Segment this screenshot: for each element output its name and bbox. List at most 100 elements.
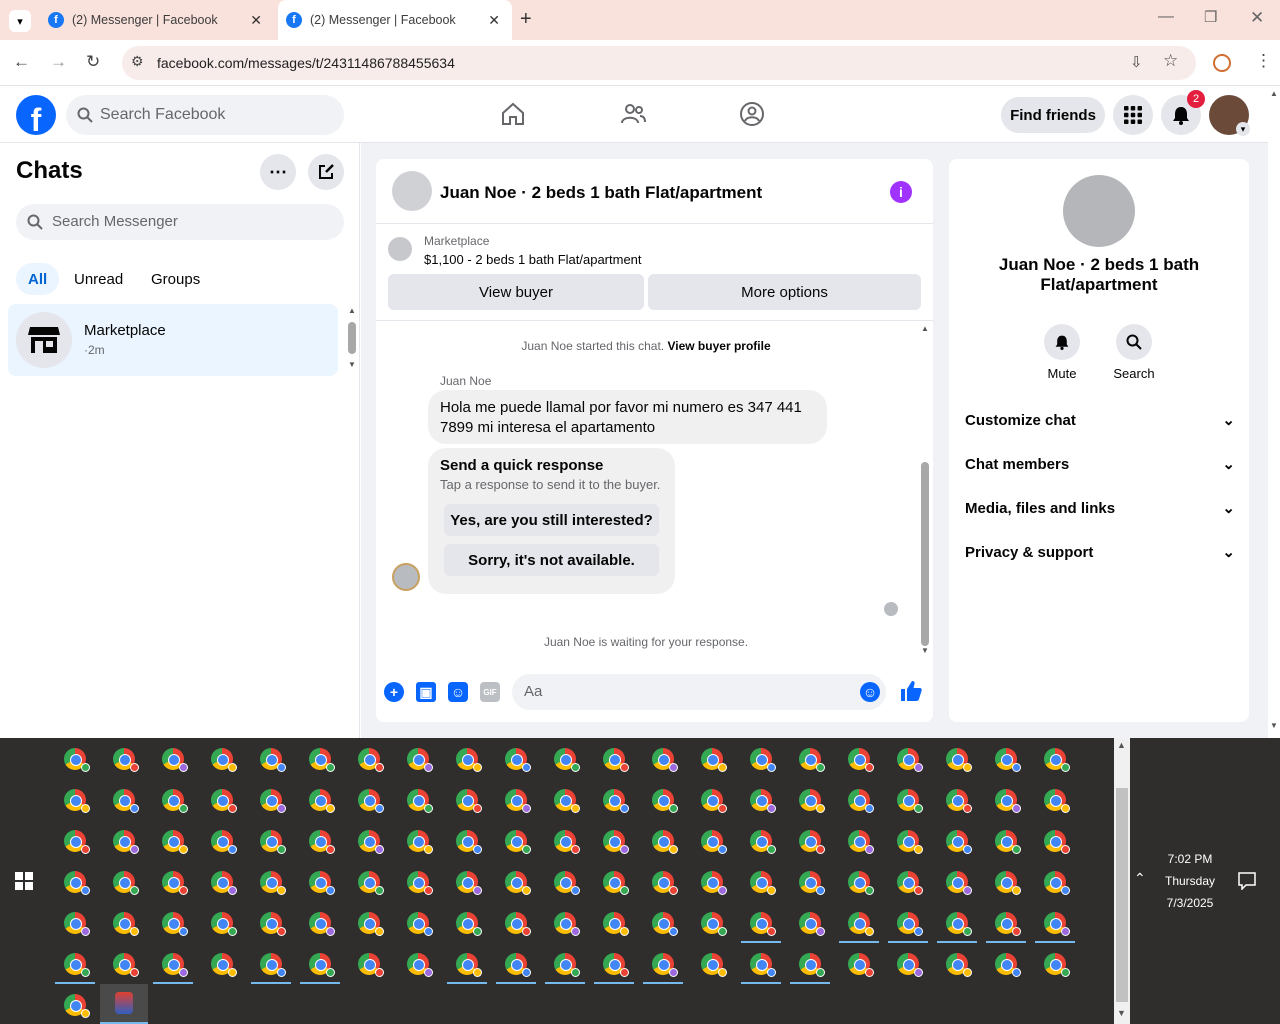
address-bar[interactable]: ⚙ facebook.com/messages/t/24311486788455… bbox=[122, 46, 1196, 80]
emoji-icon[interactable]: ☺ bbox=[860, 682, 880, 702]
chrome-profile-icon[interactable] bbox=[309, 789, 335, 813]
chrome-profile-icon[interactable] bbox=[750, 912, 776, 936]
scroll-down-arrow-icon[interactable]: ▼ bbox=[921, 646, 929, 655]
chrome-profile-icon[interactable] bbox=[750, 953, 776, 977]
facebook-logo-icon[interactable]: f bbox=[16, 95, 56, 135]
chrome-profile-icon[interactable] bbox=[309, 953, 335, 977]
chrome-profile-icon[interactable] bbox=[799, 953, 825, 977]
groups-icon[interactable] bbox=[739, 101, 765, 127]
chrome-profile-icon[interactable] bbox=[1044, 871, 1070, 895]
thumbs-up-icon[interactable] bbox=[899, 679, 923, 703]
chrome-profile-icon[interactable] bbox=[799, 789, 825, 813]
chrome-profile-icon[interactable] bbox=[407, 748, 433, 772]
search-in-chat-button[interactable]: Search bbox=[1104, 324, 1164, 381]
chrome-profile-icon[interactable] bbox=[897, 748, 923, 772]
chrome-profile-icon[interactable] bbox=[260, 871, 286, 895]
chrome-profile-icon[interactable] bbox=[162, 871, 188, 895]
chrome-profile-icon[interactable] bbox=[358, 748, 384, 772]
chrome-profile-icon[interactable] bbox=[750, 871, 776, 895]
chrome-profile-icon[interactable] bbox=[1044, 912, 1070, 936]
chat-list-item[interactable]: Marketplace ·2m bbox=[8, 304, 338, 376]
chrome-profile-icon[interactable] bbox=[211, 789, 237, 813]
view-buyer-button[interactable]: View buyer bbox=[388, 274, 644, 310]
chrome-profile-icon[interactable] bbox=[358, 871, 384, 895]
facebook-search-input[interactable]: Search Facebook bbox=[66, 95, 344, 135]
chrome-profile-icon[interactable] bbox=[603, 912, 629, 936]
chrome-profile-icon[interactable] bbox=[505, 748, 531, 772]
chrome-profile-icon[interactable] bbox=[799, 830, 825, 854]
chrome-profile-icon[interactable] bbox=[113, 953, 139, 977]
reload-icon[interactable]: ↻ bbox=[86, 52, 100, 72]
chrome-profile-icon[interactable] bbox=[554, 748, 580, 772]
photo-icon[interactable]: ▣ bbox=[416, 682, 436, 702]
messenger-search-input[interactable]: Search Messenger bbox=[16, 204, 344, 240]
chrome-profile-icon[interactable] bbox=[407, 912, 433, 936]
chrome-profile-icon[interactable] bbox=[995, 871, 1021, 895]
chrome-profile-icon[interactable] bbox=[701, 953, 727, 977]
home-icon[interactable] bbox=[500, 101, 526, 127]
chrome-profile-icon[interactable] bbox=[407, 871, 433, 895]
quick-reply-not-available-button[interactable]: Sorry, it's not available. bbox=[444, 544, 659, 576]
chrome-profile-icon[interactable] bbox=[1044, 830, 1070, 854]
chrome-profile-icon[interactable] bbox=[456, 953, 482, 977]
chrome-profile-icon[interactable] bbox=[407, 789, 433, 813]
conversation-title[interactable]: Juan Noe · 2 beds 1 bath Flat/apartment bbox=[440, 183, 762, 203]
scroll-down-arrow-icon[interactable]: ▼ bbox=[1270, 721, 1278, 730]
filter-all-tab[interactable]: All bbox=[16, 263, 60, 295]
chrome-profile-icon[interactable] bbox=[358, 789, 384, 813]
filter-unread-tab[interactable]: Unread bbox=[62, 263, 135, 295]
chrome-profile-icon[interactable] bbox=[848, 830, 874, 854]
chrome-profile-icon[interactable] bbox=[799, 871, 825, 895]
menu-grid-button[interactable] bbox=[1113, 95, 1153, 135]
chrome-profile-icon[interactable] bbox=[1044, 748, 1070, 772]
chrome-profile-icon[interactable] bbox=[505, 871, 531, 895]
chrome-profile-icon[interactable] bbox=[897, 789, 923, 813]
chrome-profile-icon[interactable] bbox=[946, 953, 972, 977]
bookmark-star-icon[interactable]: ☆ bbox=[1163, 51, 1178, 71]
tab-close-icon[interactable]: ✕ bbox=[250, 12, 262, 29]
chrome-profile-icon[interactable] bbox=[113, 830, 139, 854]
chrome-profile-icon[interactable] bbox=[701, 871, 727, 895]
chrome-profile-icon[interactable] bbox=[603, 871, 629, 895]
new-message-button[interactable] bbox=[308, 154, 344, 190]
chat-list-scrollbar[interactable]: ▲ ▼ bbox=[346, 306, 358, 373]
chrome-profile-icon[interactable] bbox=[946, 912, 972, 936]
media-files-links-section[interactable]: Media, files and links ⌄ bbox=[965, 490, 1235, 526]
chrome-profile-icon[interactable] bbox=[456, 789, 482, 813]
tab-search-dropdown-button[interactable]: ▾ bbox=[9, 10, 31, 32]
chrome-profile-icon[interactable] bbox=[64, 871, 90, 895]
chrome-profile-icon[interactable] bbox=[897, 953, 923, 977]
chrome-profile-icon[interactable] bbox=[64, 748, 90, 772]
chrome-profile-icon[interactable] bbox=[456, 871, 482, 895]
chrome-profile-icon[interactable] bbox=[652, 871, 678, 895]
chrome-profile-icon[interactable] bbox=[260, 953, 286, 977]
chrome-profile-icon[interactable] bbox=[946, 789, 972, 813]
chrome-profile-icon[interactable] bbox=[946, 748, 972, 772]
more-options-button[interactable]: More options bbox=[648, 274, 921, 310]
chrome-profile-icon[interactable] bbox=[652, 789, 678, 813]
chrome-profile-icon[interactable] bbox=[407, 953, 433, 977]
tab-close-icon[interactable]: ✕ bbox=[488, 12, 500, 29]
windows-start-icon[interactable] bbox=[15, 872, 33, 890]
page-scrollbar[interactable]: ▲ ▼ bbox=[1268, 87, 1280, 738]
active-app-icon[interactable] bbox=[100, 984, 148, 1024]
chrome-profile-icon[interactable] bbox=[309, 748, 335, 772]
chrome-profile-icon[interactable] bbox=[260, 748, 286, 772]
chrome-profile-icon[interactable] bbox=[113, 789, 139, 813]
chrome-profile-icon[interactable] bbox=[64, 789, 90, 813]
scroll-down-arrow-icon[interactable]: ▼ bbox=[1117, 1008, 1126, 1018]
chrome-profile-icon[interactable] bbox=[897, 871, 923, 895]
sticker-icon[interactable]: ☺ bbox=[448, 682, 468, 702]
chrome-profile-icon[interactable] bbox=[750, 830, 776, 854]
minimize-window-button[interactable]: — bbox=[1158, 8, 1174, 26]
chrome-profile-icon[interactable] bbox=[554, 912, 580, 936]
chrome-profile-icon[interactable] bbox=[113, 748, 139, 772]
chrome-profile-icon[interactable] bbox=[554, 789, 580, 813]
scroll-down-arrow-icon[interactable]: ▼ bbox=[348, 360, 356, 369]
customize-chat-section[interactable]: Customize chat ⌄ bbox=[965, 402, 1235, 438]
scrollbar-thumb[interactable] bbox=[348, 322, 356, 354]
chrome-profile-icon[interactable] bbox=[1044, 953, 1070, 977]
chrome-profile-icon[interactable] bbox=[946, 830, 972, 854]
mute-button[interactable]: Mute bbox=[1032, 324, 1092, 381]
chrome-profile-icon[interactable] bbox=[309, 912, 335, 936]
